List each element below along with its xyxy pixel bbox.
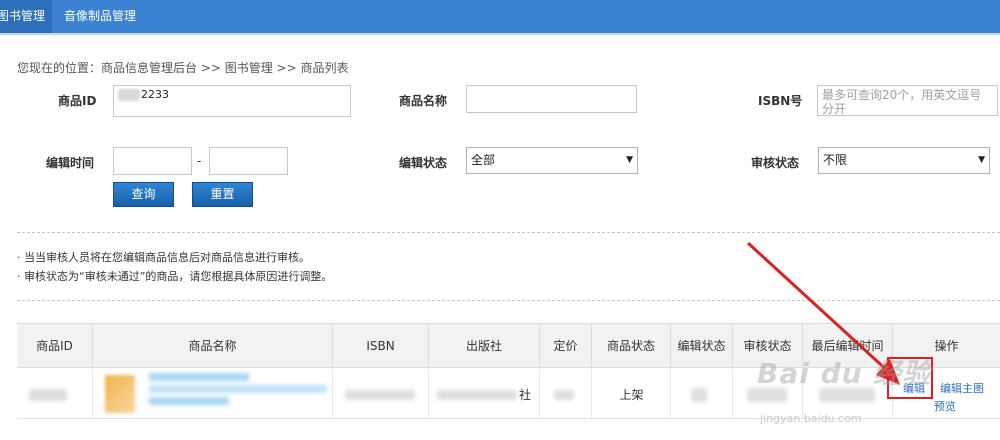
product-id-label: 商品ID bbox=[58, 94, 97, 108]
redacted-id bbox=[29, 389, 67, 401]
cell-product-name bbox=[93, 369, 333, 419]
header-product-name: 商品名称 bbox=[93, 324, 333, 368]
breadcrumb: 您现在的位置：商品信息管理后台 >> 图书管理 >> 商品列表 bbox=[17, 61, 349, 75]
dropdown-arrow-icon: ▼ bbox=[978, 155, 985, 165]
redacted-name-2 bbox=[149, 385, 327, 393]
edit-time-start-input[interactable] bbox=[113, 147, 192, 175]
product-id-value: 2233 bbox=[141, 88, 169, 101]
redacted-edit-status bbox=[691, 388, 707, 402]
edit-status-label: 编辑状态 bbox=[399, 156, 448, 170]
reset-button[interactable]: 重置 bbox=[192, 182, 253, 207]
product-status-value: 上架 bbox=[619, 388, 644, 402]
header-isbn: ISBN bbox=[333, 324, 429, 368]
redacted-name-3 bbox=[149, 397, 229, 405]
redacted-isbn bbox=[345, 390, 415, 400]
edit-status-select[interactable]: 全部 ▼ bbox=[466, 147, 638, 174]
query-button[interactable]: 查询 bbox=[113, 182, 174, 207]
cell-isbn bbox=[333, 369, 429, 419]
redacted-name-1 bbox=[149, 373, 249, 381]
header-edit-status: 编辑状态 bbox=[671, 324, 733, 368]
time-separator: - bbox=[197, 154, 202, 168]
header-price: 定价 bbox=[540, 324, 592, 368]
edit-time-end-input[interactable] bbox=[209, 147, 288, 175]
tip-line-2: · 审核状态为“审核未通过”的商品，请您根据具体原因进行调整。 bbox=[17, 270, 333, 283]
tab-book-management[interactable]: 图书管理 bbox=[0, 0, 52, 33]
watermark-url: jingyan.baidu.com bbox=[760, 412, 862, 425]
redacted-publisher bbox=[437, 390, 517, 400]
product-name-input[interactable] bbox=[466, 85, 637, 113]
audit-status-label: 审核状态 bbox=[751, 156, 800, 170]
edit-time-label: 编辑时间 bbox=[46, 156, 95, 170]
audit-status-value: 不限 bbox=[823, 153, 848, 167]
cell-product-id bbox=[17, 369, 93, 419]
product-thumbnail[interactable] bbox=[105, 375, 135, 413]
tip-line-1: · 当当审核人员将在您编辑商品信息后对商品信息进行审核。 bbox=[17, 251, 310, 264]
dropdown-arrow-icon: ▼ bbox=[626, 155, 633, 165]
header-product-id: 商品ID bbox=[17, 324, 93, 368]
divider-top bbox=[17, 232, 1000, 233]
nav-divider bbox=[0, 33, 1000, 35]
publisher-suffix: 社 bbox=[519, 388, 532, 402]
header-product-status: 商品状态 bbox=[592, 324, 671, 368]
cell-price bbox=[540, 369, 592, 419]
watermark-logo: Bai du 经验 bbox=[757, 357, 932, 390]
audit-status-select[interactable]: 不限 ▼ bbox=[818, 147, 990, 174]
tab-av-management[interactable]: 音像制品管理 bbox=[64, 0, 136, 33]
edit-main-image-link[interactable]: 编辑主图 bbox=[940, 380, 984, 396]
header-publisher: 出版社 bbox=[429, 324, 540, 368]
preview-link[interactable]: 预览 bbox=[934, 398, 956, 414]
isbn-input[interactable]: 最多可查询20个，用英文逗号分开 bbox=[817, 85, 998, 116]
product-name-label: 商品名称 bbox=[399, 94, 448, 108]
edit-status-value: 全部 bbox=[471, 153, 496, 167]
cell-publisher: 社 bbox=[429, 369, 540, 419]
redacted-price bbox=[554, 390, 574, 400]
product-id-redacted bbox=[118, 89, 140, 101]
cell-product-status: 上架 bbox=[592, 369, 671, 419]
isbn-label: ISBN号 bbox=[758, 94, 803, 108]
top-nav: 图书管理 音像制品管理 bbox=[0, 0, 1000, 33]
cell-edit-status bbox=[671, 369, 733, 419]
